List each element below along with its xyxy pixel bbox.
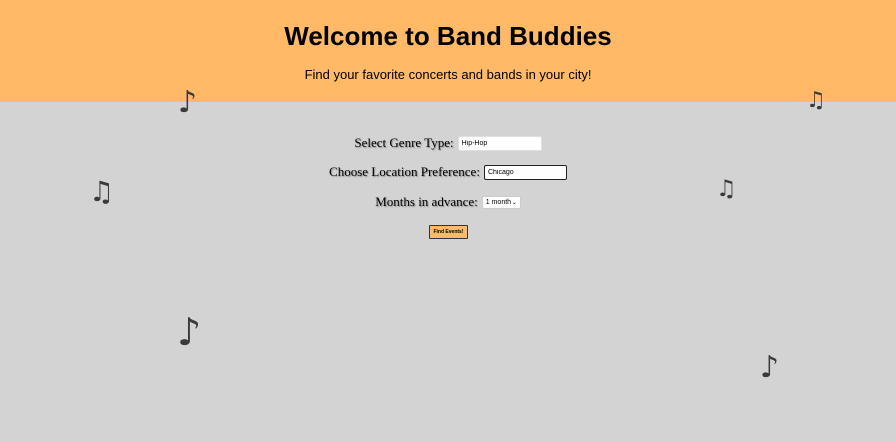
genre-input[interactable]: [457, 135, 542, 151]
find-events-button[interactable]: Find Events!: [429, 225, 468, 239]
months-row: Months in advance: 1 month ⌄: [0, 193, 896, 210]
page-header: Welcome to Band Buddies Find your favori…: [0, 0, 896, 102]
genre-label: Select Genre Type:: [354, 135, 454, 151]
music-note-icon: ♪: [760, 350, 780, 385]
location-input[interactable]: [483, 164, 567, 180]
music-note-icon: ♪: [178, 85, 198, 120]
months-select[interactable]: 1 month ⌄: [481, 195, 521, 209]
page-subtitle: Find your favorite concerts and bands in…: [304, 67, 592, 82]
page-title: Welcome to Band Buddies: [284, 21, 612, 51]
months-selected-value: 1 month: [485, 198, 512, 206]
location-row: Choose Location Preference:: [0, 163, 896, 180]
music-notes-icon: ♫: [806, 88, 826, 113]
location-label: Choose Location Preference:: [329, 164, 480, 180]
music-note-icon: ♪: [177, 310, 202, 354]
months-label: Months in advance:: [375, 194, 478, 210]
genre-row: Select Genre Type:: [0, 134, 896, 151]
chevron-down-icon: ⌄: [511, 199, 517, 206]
